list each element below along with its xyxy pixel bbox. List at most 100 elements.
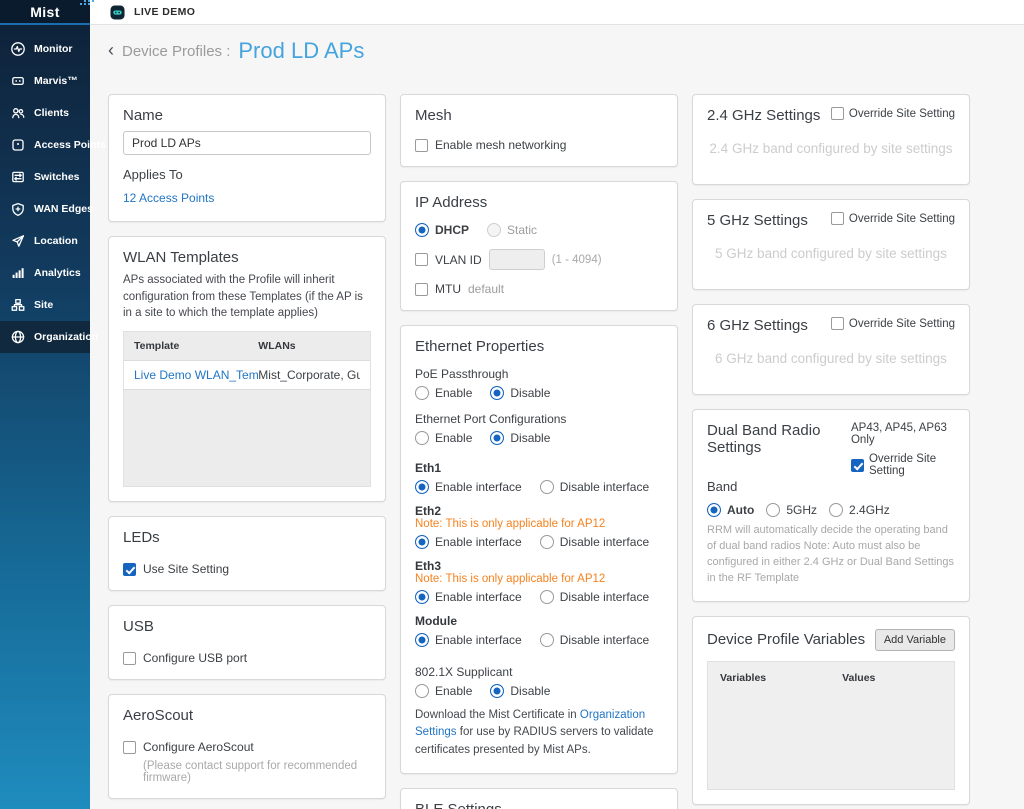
band-24ghz-radio[interactable]: [829, 503, 843, 517]
sidebar-item-label: Marvis™: [34, 75, 78, 87]
supplicant-enable-radio[interactable]: [415, 684, 429, 698]
configure-aeroscout-checkbox[interactable]: [123, 741, 136, 754]
port-config-label: Ethernet Port Configurations: [415, 412, 663, 426]
band-5ghz-title: 5 GHz Settings: [707, 212, 808, 229]
configure-usb-label: Configure USB port: [143, 651, 247, 665]
wlan-templates-table: Template WLANs Live Demo WLAN_Templat...…: [123, 331, 371, 487]
enable-mesh-label: Enable mesh networking: [435, 138, 566, 152]
applies-to-link[interactable]: 12 Access Points: [123, 191, 214, 205]
override-dual-band-checkbox[interactable]: [851, 459, 864, 472]
add-variable-button[interactable]: Add Variable: [875, 629, 955, 651]
wlan-table-empty-area: [124, 390, 370, 486]
sidebar-item-analytics[interactable]: Analytics: [0, 257, 90, 289]
sidebar-item-switches[interactable]: Switches: [0, 161, 90, 193]
module-disable-radio[interactable]: [540, 633, 554, 647]
sidebar-item-marvis[interactable]: Marvis™: [0, 65, 90, 97]
variables-table: Variables Values: [707, 661, 955, 790]
sidebar-item-clients[interactable]: Clients: [0, 97, 90, 129]
wlan-row-wlans: Mist_Corporate, Guest_Liv...: [258, 368, 360, 382]
port-config-disable-radio[interactable]: [490, 431, 504, 445]
name-card-title: Name: [123, 107, 371, 124]
eth3-enable-radio[interactable]: [415, 590, 429, 604]
wlan-template-link[interactable]: Live Demo WLAN_Templat...: [134, 368, 258, 382]
vlan-id-input[interactable]: [489, 249, 545, 270]
card-columns: Name Applies To 12 Access Points WLAN Te…: [108, 94, 1024, 809]
eth1-disable-radio[interactable]: [540, 480, 554, 494]
override-24ghz-checkbox[interactable]: [831, 107, 844, 120]
dual-band-title: Dual Band Radio Settings: [707, 422, 851, 456]
band-5ghz-card: 5 GHz Settings Override Site Setting 5 G…: [692, 199, 970, 290]
sidebar-item-label: Analytics: [34, 267, 81, 279]
mist-logo-text: Mist: [30, 4, 60, 20]
eth2-disable-radio[interactable]: [540, 535, 554, 549]
monitor-icon: [10, 41, 26, 57]
live-demo-org-icon[interactable]: [110, 5, 125, 20]
org-name-label[interactable]: LIVE DEMO: [134, 6, 195, 18]
marvis-icon: [10, 73, 26, 89]
configure-usb-checkbox[interactable]: [123, 652, 136, 665]
aeroscout-firmware-note: (Please contact support for recommended …: [143, 760, 371, 784]
module-enable-label: Enable interface: [435, 633, 522, 647]
override-6ghz-checkbox[interactable]: [831, 317, 844, 330]
module-label: Module: [415, 614, 663, 628]
breadcrumb-section[interactable]: Device Profiles :: [122, 43, 230, 60]
sidebar-item-organization[interactable]: Organization: [0, 321, 90, 353]
supplicant-disable-radio[interactable]: [490, 684, 504, 698]
mesh-card: Mesh Enable mesh networking: [400, 94, 678, 167]
site-icon: [10, 297, 26, 313]
eth1-enable-radio[interactable]: [415, 480, 429, 494]
back-chevron-icon[interactable]: ‹: [108, 41, 114, 59]
profile-name-input[interactable]: [123, 131, 371, 155]
ip-card-title: IP Address: [415, 194, 663, 211]
port-config-enable-radio[interactable]: [415, 431, 429, 445]
poe-enable-radio[interactable]: [415, 386, 429, 400]
leds-card: LEDs Use Site Setting: [108, 516, 386, 591]
supplicant-label: 802.1X Supplicant: [415, 665, 663, 679]
ble-card-title: BLE Settings: [415, 801, 663, 809]
dhcp-radio[interactable]: [415, 223, 429, 237]
eth3-enable-label: Enable interface: [435, 590, 522, 604]
poe-disable-radio[interactable]: [490, 386, 504, 400]
supplicant-enable-label: Enable: [435, 684, 472, 698]
cert-text-start: Download the Mist Certificate in: [415, 709, 577, 721]
band-6ghz-title: 6 GHz Settings: [707, 317, 808, 334]
ip-address-card: IP Address DHCP Static VLAN ID: [400, 181, 678, 311]
sidebar-item-label: Monitor: [34, 43, 73, 55]
vlan-range-hint: (1 - 4094): [552, 254, 602, 266]
eth2-enable-radio[interactable]: [415, 535, 429, 549]
band-auto-radio[interactable]: [707, 503, 721, 517]
module-enable-radio[interactable]: [415, 633, 429, 647]
mist-logo-dots-icon: [80, 0, 94, 6]
use-site-setting-checkbox[interactable]: [123, 563, 136, 576]
eth1-enable-label: Enable interface: [435, 480, 522, 494]
mtu-checkbox[interactable]: [415, 283, 428, 296]
band-24ghz-label: 2.4GHz: [849, 503, 890, 517]
band-6ghz-card: 6 GHz Settings Override Site Setting 6 G…: [692, 304, 970, 395]
static-radio[interactable]: [487, 223, 501, 237]
usb-card-title: USB: [123, 618, 371, 635]
override-5ghz-checkbox[interactable]: [831, 212, 844, 225]
eth3-disable-radio[interactable]: [540, 590, 554, 604]
vlan-id-label: VLAN ID: [435, 253, 482, 267]
usb-card: USB Configure USB port: [108, 605, 386, 680]
sidebar-nav: Monitor Marvis™ Clients Access Points: [0, 25, 90, 353]
configure-aeroscout-label: Configure AeroScout: [143, 740, 254, 754]
sidebar-item-site[interactable]: Site: [0, 289, 90, 321]
location-icon: [10, 233, 26, 249]
wlan-table-row[interactable]: Live Demo WLAN_Templat... Mist_Corporate…: [124, 360, 370, 390]
variables-card-title: Device Profile Variables: [707, 631, 865, 648]
sidebar-item-access-points[interactable]: Access Points: [0, 129, 90, 161]
vlan-id-checkbox[interactable]: [415, 253, 428, 266]
mist-logo[interactable]: Mist: [0, 0, 90, 25]
band-5ghz-radio[interactable]: [766, 503, 780, 517]
sidebar-item-monitor[interactable]: Monitor: [0, 33, 90, 65]
sidebar-item-location[interactable]: Location: [0, 225, 90, 257]
band-24ghz-title: 2.4 GHz Settings: [707, 107, 820, 124]
dual-band-card: Dual Band Radio Settings AP43, AP45, AP6…: [692, 409, 970, 602]
certificate-help-text: Download the Mist Certificate in Organiz…: [415, 707, 663, 759]
use-site-setting-label: Use Site Setting: [143, 562, 229, 576]
enable-mesh-checkbox[interactable]: [415, 139, 428, 152]
sidebar-item-wan-edges[interactable]: WAN Edges: [0, 193, 90, 225]
wlan-card-description: APs associated with the Profile will inh…: [123, 272, 371, 322]
access-points-icon: [10, 137, 26, 153]
